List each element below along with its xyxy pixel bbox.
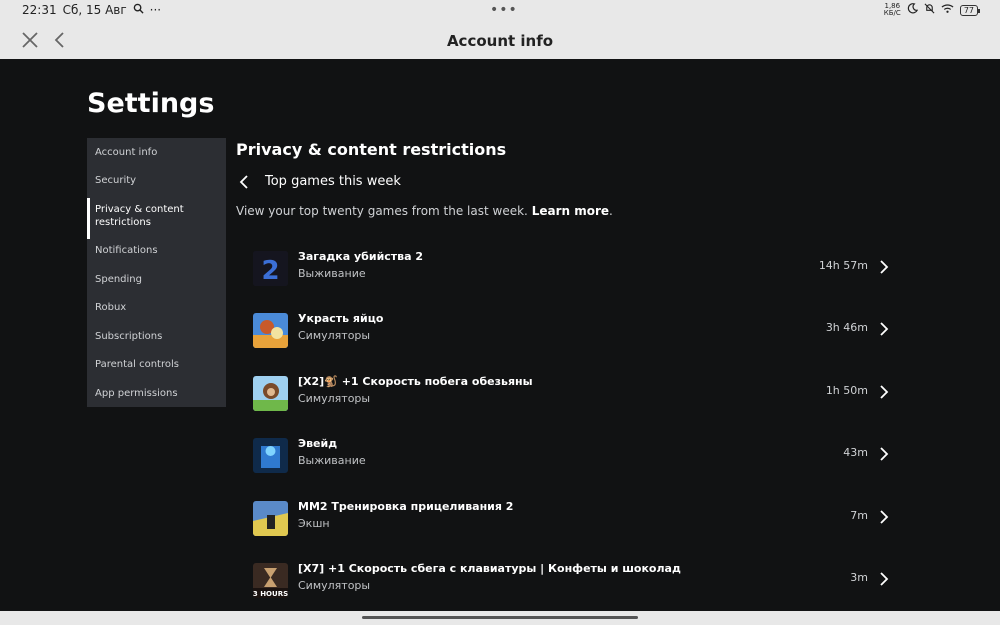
game-thumb-label: 3 HOURS <box>253 590 288 598</box>
sidebar-item-robux[interactable]: Robux <box>87 301 226 314</box>
description-period: . <box>609 204 613 218</box>
window-dots-icon[interactable]: ••• <box>490 2 518 18</box>
game-thumb-label: 2 <box>261 256 279 286</box>
sidebar-item-account-info[interactable]: Account info <box>87 146 226 159</box>
chevron-right-icon <box>880 385 889 399</box>
status-date: Сб, 15 Авг <box>62 3 127 17</box>
status-bar: 22:31 Сб, 15 Авг ··· ••• 1,86 КБ/С 77 <box>0 0 1000 22</box>
chevron-right-icon <box>880 572 889 586</box>
more-dots-icon: ··· <box>149 3 162 17</box>
description: View your top twenty games from the last… <box>236 204 613 218</box>
search-icon <box>133 3 144 17</box>
game-genre: Выживание <box>298 267 366 280</box>
settings-page: Settings Account info Security Privacy &… <box>0 59 1000 611</box>
game-genre: Симуляторы <box>298 329 371 342</box>
navigation-bar <box>0 611 1000 625</box>
game-thumbnail <box>253 376 288 411</box>
game-playtime: 7m <box>850 509 868 522</box>
game-playtime: 3h 46m <box>825 321 868 334</box>
game-playtime: 43m <box>843 446 868 459</box>
learn-more-link[interactable]: Learn more <box>532 204 609 218</box>
game-playtime: 3m <box>850 571 868 584</box>
sidebar-item-notifications[interactable]: Notifications <box>87 244 226 257</box>
game-genre: Симуляторы <box>298 392 371 405</box>
section-title: Privacy & content restrictions <box>236 140 507 159</box>
battery-icon: 77 <box>959 4 981 16</box>
sidebar-item-security[interactable]: Security <box>87 174 226 187</box>
sidebar-item-subscriptions[interactable]: Subscriptions <box>87 330 226 343</box>
game-playtime: 14h 57m <box>818 259 868 272</box>
game-thumbnail: 3 HOURS <box>253 563 288 598</box>
game-genre: Экшн <box>298 517 330 530</box>
net-speed: 1,86 КБ/С <box>884 3 901 17</box>
chevron-left-icon <box>239 175 248 189</box>
sidebar-item-app-permissions[interactable]: App permissions <box>87 387 226 400</box>
bell-off-icon <box>924 3 935 17</box>
sidebar-item-privacy[interactable]: Privacy & content restrictions <box>87 198 197 239</box>
settings-title: Settings <box>87 88 215 119</box>
subsection-title: Top games this week <box>265 174 401 189</box>
game-row[interactable]: MM2 Тренировка прицеливания 2 Экшн 7m <box>253 498 893 538</box>
moon-icon <box>907 3 918 17</box>
home-indicator[interactable] <box>362 616 638 619</box>
game-name: MM2 Тренировка прицеливания 2 <box>298 500 514 513</box>
game-playtime: 1h 50m <box>825 384 868 397</box>
game-row[interactable]: Эвейд Выживание 43m <box>253 435 893 475</box>
game-thumbnail <box>253 501 288 536</box>
chevron-right-icon <box>880 322 889 336</box>
sidebar-item-parental-controls[interactable]: Parental controls <box>87 358 226 371</box>
chevron-right-icon <box>880 510 889 524</box>
game-row[interactable]: [X2]🐒 +1 Скорость побега обезьяны Симуля… <box>253 373 893 413</box>
status-time: 22:31 <box>22 3 57 17</box>
settings-sidebar: Account info Security Privacy & content … <box>87 138 226 407</box>
description-text: View your top twenty games from the last… <box>236 204 528 218</box>
game-row[interactable]: 3 HOURS [X7] +1 Скорость сбега с клавиат… <box>253 560 893 600</box>
game-thumbnail <box>253 438 288 473</box>
subsection-back-button[interactable] <box>236 174 252 190</box>
wifi-icon <box>941 3 954 17</box>
game-name: Загадка убийства 2 <box>298 250 424 263</box>
status-left: 22:31 Сб, 15 Авг ··· <box>22 3 161 17</box>
game-genre: Выживание <box>298 454 366 467</box>
game-row[interactable]: 2 Загадка убийства 2 Выживание 14h 57m <box>253 248 893 288</box>
game-row[interactable]: Украсть яйцо Симуляторы 3h 46m <box>253 310 893 350</box>
game-thumbnail: 2 <box>253 251 288 286</box>
webview-header: Account info <box>0 22 1000 59</box>
status-right: 1,86 КБ/С 77 <box>884 3 981 17</box>
sidebar-item-spending[interactable]: Spending <box>87 273 226 286</box>
chevron-right-icon <box>880 447 889 461</box>
chevron-right-icon <box>880 260 889 274</box>
net-speed-unit: КБ/С <box>883 9 901 17</box>
game-name: [X7] +1 Скорость сбега с клавиатуры | Ко… <box>298 562 681 575</box>
game-thumbnail <box>253 313 288 348</box>
game-name: [X2]🐒 +1 Скорость побега обезьяны <box>298 375 533 388</box>
game-name: Украсть яйцо <box>298 312 384 325</box>
game-genre: Симуляторы <box>298 579 371 592</box>
page-title: Account info <box>446 32 554 50</box>
game-name: Эвейд <box>298 437 338 450</box>
